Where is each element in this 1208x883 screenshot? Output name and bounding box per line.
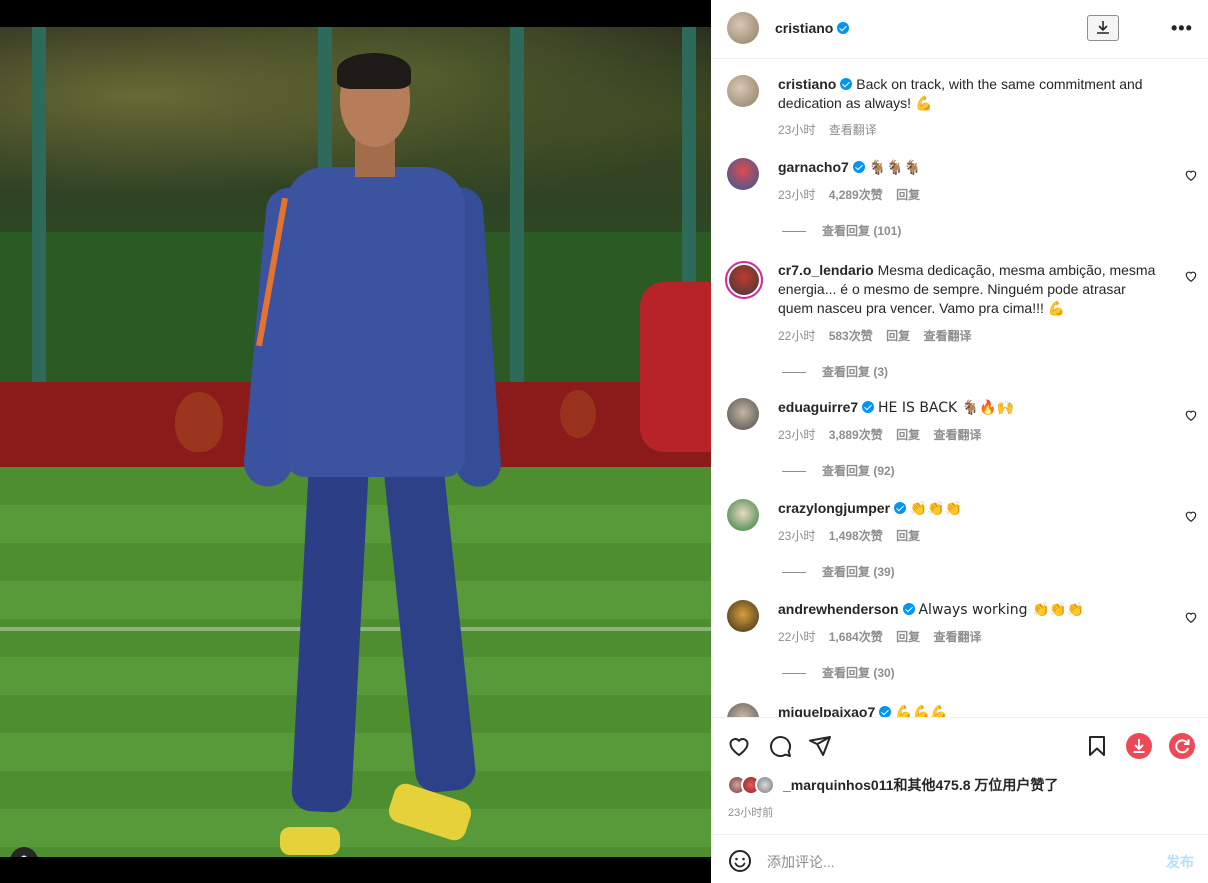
comment-text: 🐐🐐🐐 <box>868 160 921 176</box>
translate-link[interactable]: 查看翻译 <box>933 428 981 442</box>
post-header: cristiano ••• <box>711 0 1208 59</box>
liker-avatar <box>755 775 775 795</box>
post-timestamp[interactable]: 23小时前 <box>728 804 773 820</box>
comment-input[interactable]: 添加评论... <box>767 852 835 872</box>
post-comment-button[interactable]: 发布 <box>1166 852 1194 872</box>
translate-link[interactable]: 查看翻译 <box>923 329 971 343</box>
view-replies-button[interactable]: 查看回复 (30) <box>782 664 895 681</box>
save-icon[interactable] <box>1085 734 1109 758</box>
reply-button[interactable]: 回复 <box>896 428 920 442</box>
post-media <box>0 0 711 883</box>
comment-username[interactable]: eduaguirre7 <box>778 399 858 415</box>
view-replies-button[interactable]: 查看回复 (3) <box>782 363 888 380</box>
like-comment-icon[interactable] <box>1184 509 1198 523</box>
post-photo[interactable] <box>0 27 711 857</box>
author-username[interactable]: cristiano <box>775 20 833 36</box>
more-options-icon[interactable]: ••• <box>1171 18 1193 39</box>
post-panel: cristiano ••• cristiano Back on track, w… <box>711 0 1208 883</box>
verified-icon <box>837 22 850 34</box>
like-icon[interactable] <box>727 734 751 758</box>
commenter-avatar[interactable] <box>727 158 759 190</box>
comment-username[interactable]: andrewhenderson <box>778 601 899 617</box>
download-button[interactable] <box>1087 15 1119 41</box>
verified-icon <box>879 706 892 717</box>
caption-avatar[interactable] <box>727 75 759 107</box>
emoji-icon[interactable] <box>728 849 752 873</box>
comment-likes[interactable]: 1,498次赞 <box>829 529 883 543</box>
download-media-icon[interactable] <box>1126 733 1152 759</box>
like-comment-icon[interactable] <box>1184 168 1198 182</box>
comment-likes[interactable]: 3,889次赞 <box>829 428 883 442</box>
view-replies-button[interactable]: 查看回复 (92) <box>782 462 895 479</box>
reply-button[interactable]: 回复 <box>896 630 920 644</box>
comment-text: HE IS BACK 🐐🔥🙌 <box>878 400 1014 416</box>
view-replies-button[interactable]: 查看回复 (101) <box>782 222 901 239</box>
commenter-avatar[interactable] <box>725 261 763 299</box>
commenter-avatar[interactable] <box>727 703 759 717</box>
comment-time[interactable]: 22小时 <box>778 630 815 644</box>
comments-list[interactable]: cristiano Back on track, with the same c… <box>711 59 1208 717</box>
caption-time[interactable]: 23小时 <box>778 123 815 137</box>
comment-icon[interactable] <box>768 734 792 758</box>
share-icon[interactable] <box>808 734 832 758</box>
verified-icon <box>852 161 865 173</box>
view-replies-button[interactable]: 查看回复 (39) <box>782 563 895 580</box>
comment-composer: 添加评论... 发布 <box>711 834 1208 883</box>
comment-text: 💪💪💪 <box>895 705 948 717</box>
post-actions: _marquinhos011和其他475.8 万位用户赞了 23小时前 <box>711 717 1208 834</box>
verified-icon <box>862 401 875 413</box>
comment-username[interactable]: crazylongjumper <box>778 500 890 516</box>
reply-button[interactable]: 回复 <box>886 329 910 343</box>
likes-text[interactable]: _marquinhos011和其他475.8 万位用户赞了 <box>783 775 1058 795</box>
like-comment-icon[interactable] <box>1184 269 1198 283</box>
reply-button[interactable]: 回复 <box>896 529 920 543</box>
caption-username[interactable]: cristiano <box>778 76 836 92</box>
verified-icon <box>840 78 853 90</box>
comment-time[interactable]: 23小时 <box>778 428 815 442</box>
comment-username[interactable]: cr7.o_lendario <box>778 262 874 278</box>
reply-button[interactable]: 回复 <box>896 188 920 202</box>
comment-text: Always working 👏👏👏 <box>918 602 1085 618</box>
commenter-avatar[interactable] <box>727 499 759 531</box>
translate-link[interactable]: 查看翻译 <box>829 123 877 137</box>
comment-text: 👏👏👏 <box>909 501 963 517</box>
refresh-icon[interactable] <box>1169 733 1195 759</box>
author-avatar[interactable] <box>727 12 759 44</box>
download-icon <box>1097 21 1109 34</box>
like-comment-icon[interactable] <box>1184 408 1198 422</box>
likes-summary: _marquinhos011和其他475.8 万位用户赞了 <box>727 774 1058 796</box>
verified-icon <box>902 603 915 615</box>
player-figure <box>242 53 503 857</box>
comment-likes[interactable]: 4,289次赞 <box>829 188 883 202</box>
comment-likes[interactable]: 583次赞 <box>829 329 873 343</box>
comment-time[interactable]: 23小时 <box>778 188 815 202</box>
like-comment-icon[interactable] <box>1184 610 1198 624</box>
translate-link[interactable]: 查看翻译 <box>933 630 981 644</box>
commenter-avatar[interactable] <box>727 600 759 632</box>
comment-time[interactable]: 23小时 <box>778 529 815 543</box>
commenter-avatar[interactable] <box>727 398 759 430</box>
comment-time[interactable]: 22小时 <box>778 329 815 343</box>
comment-likes[interactable]: 1,684次赞 <box>829 630 883 644</box>
verified-icon <box>894 502 907 514</box>
comment-username[interactable]: garnacho7 <box>778 159 849 175</box>
comment-username[interactable]: miguelpaixao7 <box>778 704 875 717</box>
